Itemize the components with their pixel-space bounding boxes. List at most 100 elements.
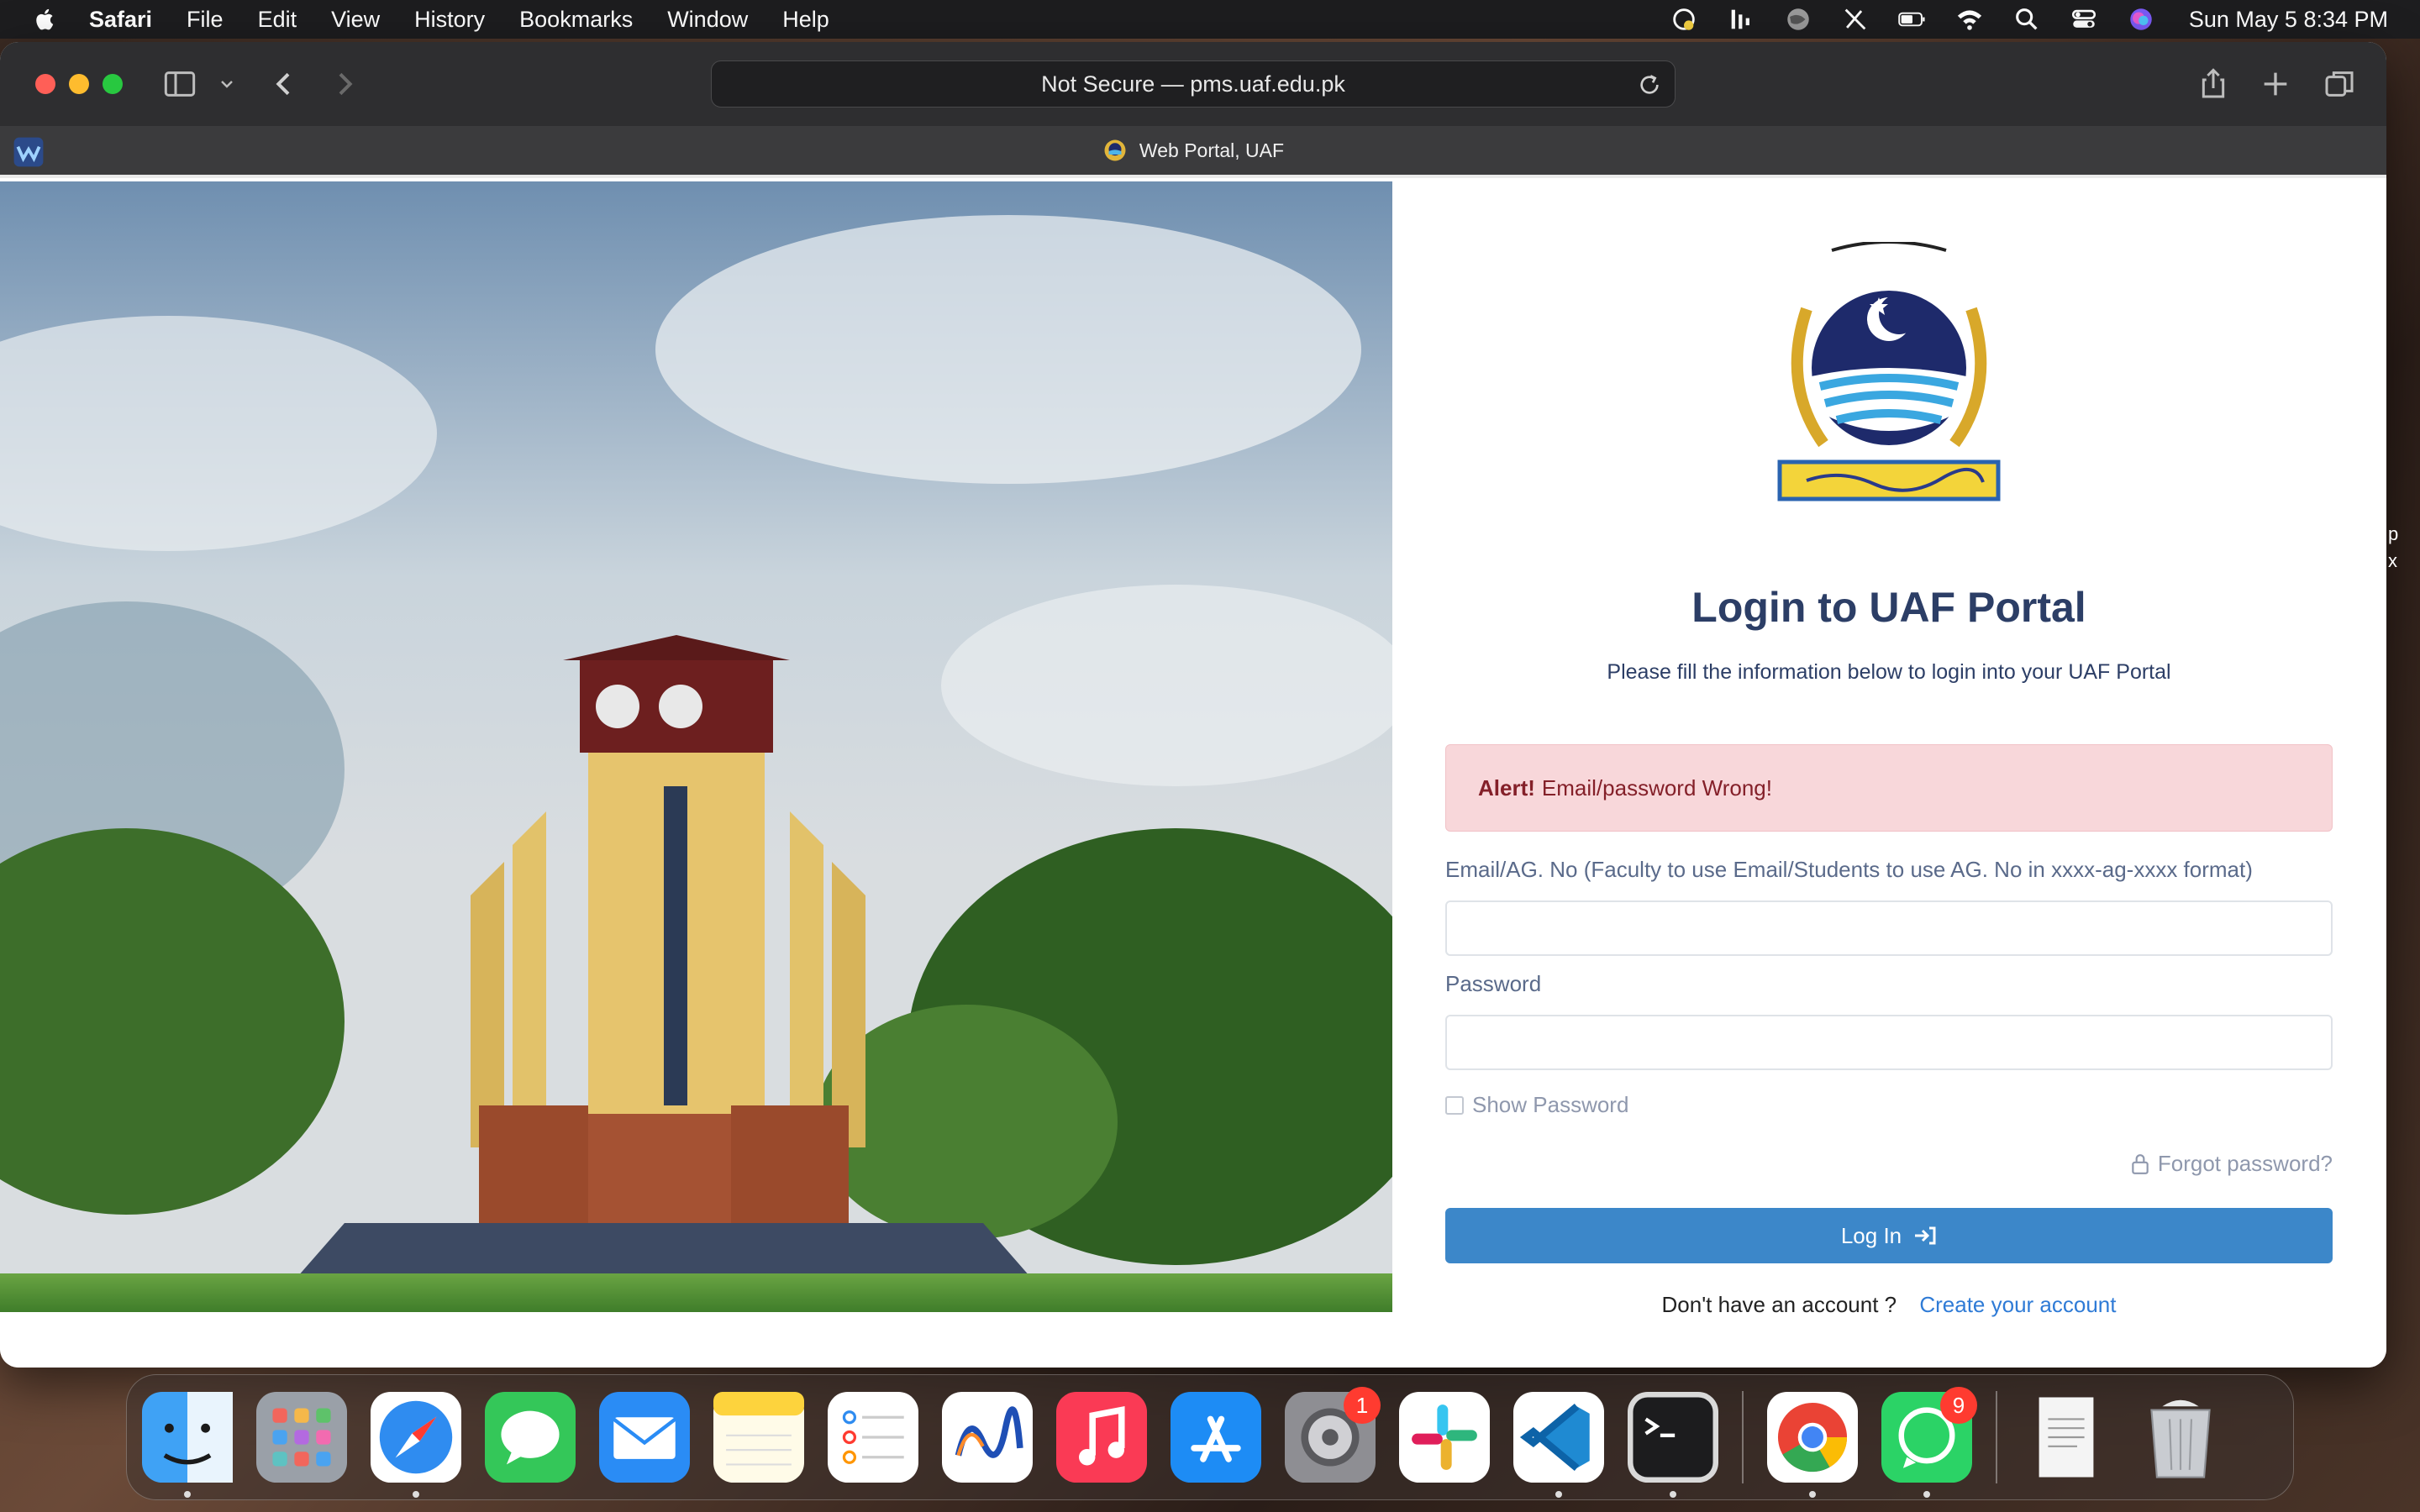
- launchpad-icon: [256, 1392, 347, 1483]
- dock-trash[interactable]: [2135, 1392, 2226, 1483]
- forgot-password-link[interactable]: Forgot password?: [2131, 1151, 2333, 1177]
- running-indicator: [413, 1491, 419, 1498]
- menubar-clock[interactable]: Sun May 5 8:34 PM: [2189, 7, 2388, 33]
- dock: 1 9: [126, 1374, 2294, 1500]
- dock-separator: [1742, 1391, 1744, 1483]
- safari-window: Not Secure — pms.uaf.edu.pk Web Portal, …: [0, 42, 2386, 1368]
- password-label: Password: [1445, 971, 1542, 996]
- tab-title[interactable]: Web Portal, UAF: [1139, 139, 1284, 162]
- no-account-text: Don't have an account ?: [1661, 1292, 1897, 1317]
- running-indicator: [1670, 1491, 1676, 1498]
- reload-icon[interactable]: [1636, 71, 1663, 98]
- pinned-tab-icon[interactable]: [12, 136, 45, 168]
- show-password-label: Show Password: [1472, 1092, 1629, 1117]
- dock-finder[interactable]: [142, 1392, 233, 1498]
- menu-help[interactable]: Help: [782, 7, 829, 33]
- dock-reminders[interactable]: [828, 1392, 918, 1483]
- menu-edit[interactable]: Edit: [258, 7, 297, 33]
- dock-mail[interactable]: [599, 1392, 690, 1483]
- dock-safari[interactable]: [371, 1392, 461, 1498]
- dock-vscode[interactable]: [1513, 1392, 1604, 1498]
- document-icon: [2039, 1397, 2094, 1478]
- running-indicator: [1809, 1491, 1816, 1498]
- apple-menu-icon[interactable]: [32, 6, 59, 33]
- dock-chrome[interactable]: [1767, 1392, 1858, 1498]
- forward-icon[interactable]: [328, 67, 361, 101]
- window-controls: [35, 74, 123, 94]
- edge-text-line: p: [2388, 523, 2399, 544]
- address-text: Not Secure — pms.uaf.edu.pk: [1041, 71, 1345, 97]
- menu-window[interactable]: Window: [667, 7, 748, 33]
- sign-in-icon: [1915, 1226, 1936, 1245]
- uaf-favicon-icon: [1104, 139, 1126, 161]
- menu-file[interactable]: File: [187, 7, 224, 33]
- trash-icon: [2150, 1399, 2211, 1478]
- dock-freeform[interactable]: [942, 1392, 1033, 1483]
- battery-icon[interactable]: [1898, 5, 1927, 34]
- safari-compass-icon: [371, 1392, 461, 1483]
- page-subtitle: Please fill the information below to log…: [1607, 660, 2171, 684]
- app-store-icon: [1171, 1392, 1261, 1483]
- create-account-link[interactable]: Create your account: [1919, 1292, 2116, 1317]
- address-bar[interactable]: Not Secure — pms.uaf.edu.pk: [711, 60, 1676, 108]
- new-tab-icon[interactable]: [2259, 67, 2292, 101]
- menubar: Safari File Edit View History Bookmarks …: [0, 0, 2420, 39]
- vscode-icon: [1513, 1392, 1604, 1483]
- dock-separator: [1996, 1391, 1997, 1483]
- search-icon[interactable]: [2012, 5, 2041, 34]
- copilot-icon[interactable]: [1670, 5, 1698, 34]
- dock-system-settings[interactable]: 1: [1285, 1387, 1381, 1483]
- siri-icon[interactable]: [2127, 5, 2155, 34]
- login-panel: Login to UAF Portal Please fill the info…: [1445, 181, 2333, 1317]
- close-window-button[interactable]: [35, 74, 55, 94]
- alert-message: Email/password Wrong!: [1541, 774, 1772, 801]
- dock-terminal[interactable]: [1628, 1392, 1718, 1498]
- running-indicator: [1923, 1491, 1930, 1498]
- password-field[interactable]: [1445, 1015, 2333, 1070]
- menu-history[interactable]: History: [414, 7, 485, 33]
- dock-launchpad[interactable]: [256, 1392, 347, 1483]
- share-icon[interactable]: [2196, 67, 2230, 101]
- audio-bars-icon[interactable]: [1727, 5, 1755, 34]
- error-alert: Alert! Email/password Wrong!: [1445, 744, 2333, 832]
- menu-app-safari[interactable]: Safari: [89, 7, 152, 33]
- dock-music[interactable]: [1056, 1392, 1147, 1483]
- email-label: Email/AG. No (Faculty to use Email/Stude…: [1445, 857, 2253, 882]
- dock-whatsapp[interactable]: 9: [1881, 1387, 1977, 1498]
- edge-text-line: x: [2388, 550, 2397, 571]
- menu-bookmarks[interactable]: Bookmarks: [519, 7, 633, 33]
- pen-off-icon[interactable]: [1841, 5, 1870, 34]
- notification-badge: 1: [1344, 1387, 1381, 1424]
- running-indicator: [184, 1491, 191, 1498]
- sidebar-toggle-icon[interactable]: [163, 67, 197, 101]
- alert-label: Alert!: [1478, 774, 1535, 801]
- status-area: Sun May 5 8:34 PM: [1670, 0, 2388, 39]
- lock-icon: [2132, 1153, 2149, 1174]
- tab-overview-icon[interactable]: [2323, 67, 2356, 101]
- messages-icon: [485, 1392, 576, 1483]
- show-password-toggle[interactable]: Show Password: [1445, 1092, 1628, 1118]
- zoom-window-button[interactable]: [103, 74, 123, 94]
- dock-messages[interactable]: [485, 1392, 576, 1483]
- dock-document[interactable]: [2021, 1392, 2112, 1483]
- mail-icon: [599, 1392, 690, 1483]
- back-icon[interactable]: [267, 67, 301, 101]
- show-password-checkbox[interactable]: [1445, 1095, 1464, 1115]
- chevron-down-icon[interactable]: [217, 67, 237, 101]
- terminal-icon: [1628, 1392, 1718, 1483]
- login-button-label: Log In: [1840, 1222, 1902, 1248]
- signup-row: Don't have an account ? Create your acco…: [1445, 1292, 2333, 1318]
- email-field[interactable]: [1445, 900, 2333, 956]
- tab-bar: Web Portal, UAF: [0, 126, 2386, 178]
- reminders-icon: [828, 1392, 918, 1483]
- dock-app-store[interactable]: [1171, 1392, 1261, 1483]
- login-button[interactable]: Log In: [1445, 1208, 2333, 1263]
- dock-slack[interactable]: [1399, 1392, 1490, 1483]
- minimize-window-button[interactable]: [69, 74, 89, 94]
- dock-notes[interactable]: [713, 1392, 804, 1483]
- menu-view[interactable]: View: [331, 7, 380, 33]
- notes-icon: [713, 1392, 804, 1483]
- control-center-icon[interactable]: [2070, 5, 2098, 34]
- vpn-globe-icon[interactable]: [1784, 5, 1812, 34]
- wifi-icon[interactable]: [1955, 5, 1984, 34]
